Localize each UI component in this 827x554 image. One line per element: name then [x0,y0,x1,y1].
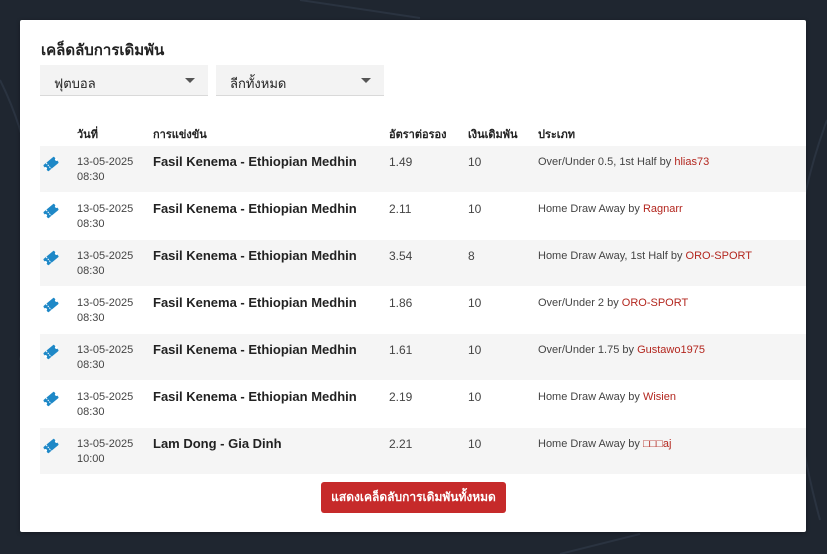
tipster-link[interactable]: ORO-SPORT [686,250,752,262]
tip-odds: 2.11 [389,202,412,216]
table-row[interactable]: 13-05-2025 08:30 Fasil Kenema - Ethiopia… [40,240,806,287]
table-row[interactable]: 13-05-2025 08:30 Fasil Kenema - Ethiopia… [40,146,806,193]
ticket-icon [43,250,59,266]
tip-type-text: Over/Under 0.5, 1st Half by [538,156,672,168]
tip-datetime: 13-05-2025 08:30 [77,249,133,279]
column-match: การแข่งขัน [153,129,207,141]
ticket-icon [43,297,59,313]
ticket-icon [43,391,59,407]
tip-time: 08:30 [77,312,105,324]
tip-match[interactable]: Lam Dong - Gia Dinh [153,436,282,451]
tip-match[interactable]: Fasil Kenema - Ethiopian Medhin [153,342,357,357]
tip-stake: 10 [468,437,482,451]
tip-type-text: Home Draw Away by [538,438,640,450]
tipster-link[interactable]: Ragnarr [643,203,683,215]
tip-type-text: Over/Under 2 by [538,297,619,309]
tip-type: Home Draw Away by Ragnarr [538,203,683,215]
tip-match[interactable]: Fasil Kenema - Ethiopian Medhin [153,154,357,169]
sport-select-value: ฟุตบอล [54,76,96,91]
tip-odds: 1.86 [389,296,413,310]
tipster-link[interactable]: hlias73 [674,156,709,168]
column-date: วันที่ [77,129,98,141]
table-row[interactable]: 13-05-2025 08:30 Fasil Kenema - Ethiopia… [40,381,806,428]
tip-type-text: Over/Under 1.75 by [538,344,634,356]
table-row[interactable]: 13-05-2025 08:30 Fasil Kenema - Ethiopia… [40,334,806,381]
chevron-down-icon [185,78,195,83]
tip-datetime: 13-05-2025 08:30 [77,390,133,420]
tip-stake: 10 [468,202,482,216]
tip-date: 13-05-2025 [77,250,134,262]
tip-type: Home Draw Away, 1st Half by ORO-SPORT [538,250,752,262]
tip-datetime: 13-05-2025 10:00 [77,437,133,467]
column-type: ประเภท [538,129,576,141]
tip-odds: 2.21 [389,437,413,451]
league-select[interactable]: ลีกทั้งหมด [216,65,384,96]
tip-time: 08:30 [77,406,105,418]
tip-datetime: 13-05-2025 08:30 [77,155,133,185]
ticket-icon [43,156,59,172]
table-row[interactable]: 13-05-2025 08:30 Fasil Kenema - Ethiopia… [40,193,806,240]
ticket-icon [43,203,59,219]
tip-match[interactable]: Fasil Kenema - Ethiopian Medhin [153,201,357,216]
tip-type: Over/Under 0.5, 1st Half by hlias73 [538,156,709,168]
ticket-icon [43,438,59,454]
table-row[interactable]: 13-05-2025 08:30 Fasil Kenema - Ethiopia… [40,287,806,334]
tip-date: 13-05-2025 [77,344,134,356]
tipster-link[interactable]: □□□aj [643,438,672,450]
tip-odds: 1.61 [389,343,413,357]
tip-date: 13-05-2025 [77,156,134,168]
tip-type: Home Draw Away by □□□aj [538,438,671,450]
tip-stake: 8 [468,249,475,263]
tip-date: 13-05-2025 [77,203,134,215]
chevron-down-icon [361,78,371,83]
column-stake: เงินเดิมพัน [468,129,518,141]
tips-table-body: 13-05-2025 08:30 Fasil Kenema - Ethiopia… [40,146,806,475]
table-row[interactable]: 13-05-2025 10:00 Lam Dong - Gia Dinh 2.2… [40,428,806,475]
tip-type-text: Home Draw Away by [538,391,640,403]
tip-datetime: 13-05-2025 08:30 [77,202,133,232]
tip-stake: 10 [468,296,482,310]
tip-date: 13-05-2025 [77,391,134,403]
tip-stake: 10 [468,343,482,357]
tip-type: Over/Under 2 by ORO-SPORT [538,297,688,309]
betting-tips-panel: เคล็ดลับการเดิมพัน ฟุตบอล ลีกทั้งหมด วัน… [20,20,806,532]
tip-date: 13-05-2025 [77,297,134,309]
column-odds: อัตราต่อรอง [389,129,447,141]
tip-type-text: Home Draw Away by [538,203,640,215]
tip-type: Over/Under 1.75 by Gustawo1975 [538,344,705,356]
tipster-link[interactable]: Wisien [643,391,676,403]
tip-match[interactable]: Fasil Kenema - Ethiopian Medhin [153,389,357,404]
tipster-link[interactable]: ORO-SPORT [622,297,688,309]
table-header: วันที่ การแข่งขัน อัตราต่อรอง เงินเดิมพั… [40,118,806,146]
tip-odds: 3.54 [389,249,413,263]
ticket-icon [43,344,59,360]
tip-type-text: Home Draw Away, 1st Half by [538,250,683,262]
tip-time: 08:30 [77,218,105,230]
tip-time: 08:30 [77,265,105,277]
tip-type: Home Draw Away by Wisien [538,391,676,403]
panel-title: เคล็ดลับการเดิมพัน [41,42,165,59]
tip-odds: 2.19 [389,390,413,404]
tip-stake: 10 [468,390,482,404]
tip-time: 08:30 [77,171,105,183]
sport-select[interactable]: ฟุตบอล [40,65,208,96]
show-all-tips-button[interactable]: แสดงเคล็ดลับการเดิมพันทั้งหมด [321,482,506,513]
tip-datetime: 13-05-2025 08:30 [77,296,133,326]
league-select-value: ลีกทั้งหมด [230,76,287,91]
tip-date: 13-05-2025 [77,438,134,450]
tip-odds: 1.49 [389,155,413,169]
tipster-link[interactable]: Gustawo1975 [637,344,705,356]
tip-datetime: 13-05-2025 08:30 [77,343,133,373]
tip-stake: 10 [468,155,482,169]
tip-time: 10:00 [77,453,105,465]
tip-match[interactable]: Fasil Kenema - Ethiopian Medhin [153,295,357,310]
tip-time: 08:30 [77,359,105,371]
tip-match[interactable]: Fasil Kenema - Ethiopian Medhin [153,248,357,263]
